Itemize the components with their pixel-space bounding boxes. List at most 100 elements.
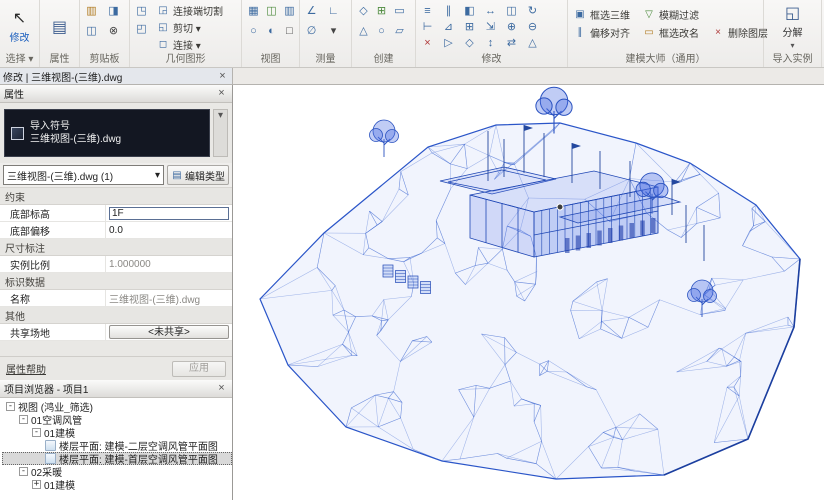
measure-length-icon[interactable]: ∟ bbox=[324, 2, 343, 19]
mode-bar-close-button[interactable]: × bbox=[216, 70, 229, 83]
cut-icon[interactable]: ⊗ bbox=[104, 22, 123, 39]
group-label-measure[interactable]: 测量 bbox=[300, 53, 351, 67]
base-offset-value[interactable]: 0.0 bbox=[106, 222, 232, 238]
unpin-icon[interactable]: ⊖ bbox=[523, 18, 542, 35]
box-select-3d-button[interactable]: ▣ 框选三维 bbox=[570, 6, 633, 22]
floor-plan-icon bbox=[45, 453, 56, 464]
group-label-import-instance[interactable]: 导入实例 bbox=[764, 53, 821, 67]
project-browser-close-button[interactable]: × bbox=[215, 382, 228, 395]
create-similar-icon[interactable]: △ bbox=[354, 22, 373, 39]
property-row: 名称 三维视图-(三维).dwg bbox=[0, 290, 232, 307]
mirror-icon[interactable]: ◧ bbox=[460, 2, 479, 19]
offset-align-button[interactable]: ∥ 偏移对齐 bbox=[570, 24, 633, 40]
group-label-master[interactable]: 建模大师（通用） bbox=[568, 53, 763, 67]
paint-icon[interactable]: ◇ bbox=[460, 34, 479, 51]
project-browser-header[interactable]: 项目浏览器 - 项目1 × bbox=[0, 380, 232, 398]
paste-icon[interactable]: ▥ bbox=[82, 2, 101, 19]
group-label-geometry[interactable]: 几何图形 bbox=[130, 53, 241, 67]
apply-button[interactable]: 应用 bbox=[172, 361, 226, 377]
legend-component-icon[interactable]: ○ bbox=[372, 22, 391, 39]
properties-button[interactable]: ▤ bbox=[42, 2, 77, 53]
box-select-3d-icon: ▣ bbox=[573, 7, 587, 21]
base-level-input[interactable]: 1F bbox=[109, 207, 229, 220]
match-properties-icon[interactable]: ▷ bbox=[439, 34, 458, 51]
join-end-cut-button[interactable]: ◲ 连接端切割 bbox=[153, 2, 226, 18]
properties-close-button[interactable]: × bbox=[215, 87, 228, 100]
properties-help-link[interactable]: 属性帮助 bbox=[6, 361, 46, 376]
fuzzy-filter-button[interactable]: ▽ 模糊过滤 bbox=[639, 6, 702, 22]
property-section: 约束 bbox=[0, 188, 232, 205]
measure-angle-icon[interactable]: ∠ bbox=[302, 2, 321, 19]
move-icon[interactable]: ↔ bbox=[481, 2, 500, 19]
project-browser: 项目浏览器 - 项目1 × - 视图 (鸿业_筛选) - 01空调风管 - 01… bbox=[0, 380, 232, 500]
create-parts-icon[interactable]: ◇ bbox=[354, 2, 373, 19]
property-label: 名称 bbox=[0, 290, 106, 306]
thin-lines-icon[interactable]: ▦ bbox=[244, 2, 263, 19]
array-icon[interactable]: ⊞ bbox=[460, 18, 479, 35]
drawing-area[interactable] bbox=[234, 85, 824, 500]
cut-profile-icon[interactable]: ◰ bbox=[132, 20, 151, 37]
demolish-icon[interactable]: ↕ bbox=[481, 34, 500, 51]
schedule-icon[interactable]: ▱ bbox=[390, 22, 409, 39]
copy-icon[interactable]: ◫ bbox=[502, 2, 521, 19]
expand-icon[interactable]: + bbox=[32, 480, 41, 489]
tree-item-views[interactable]: - 视图 (鸿业_筛选) bbox=[2, 400, 232, 413]
swap-icon[interactable]: ⇄ bbox=[502, 34, 521, 51]
shared-site-button[interactable]: <未共享> bbox=[109, 325, 229, 339]
preview-dropdown-icon[interactable]: ▾ bbox=[213, 109, 228, 157]
delete-layer-button[interactable]: × 删除图层 bbox=[708, 24, 771, 40]
group-label-select[interactable]: 选择 ▾ bbox=[0, 53, 39, 67]
hide-elements-icon[interactable]: ▥ bbox=[280, 2, 299, 19]
group-label-modify[interactable]: 修改 bbox=[416, 53, 567, 67]
edit-type-button[interactable]: ▤ 编辑类型 bbox=[167, 165, 229, 185]
pin-icon[interactable]: ⊕ bbox=[502, 18, 521, 35]
temporary-view-icon[interactable]: □ bbox=[280, 22, 299, 39]
copy-to-clipboard-icon[interactable]: ◫ bbox=[82, 22, 101, 39]
cope-icon[interactable]: ◳ bbox=[132, 2, 151, 19]
type-selector-arrow-icon: ▾ bbox=[155, 170, 160, 181]
tree-item-modeling[interactable]: - 01建模 bbox=[2, 426, 232, 439]
tree-item-heating[interactable]: - 02采暖 bbox=[2, 465, 232, 478]
type-preview-box[interactable]: 导入符号 三维视图-(三维).dwg bbox=[4, 109, 210, 157]
create-group-icon[interactable]: ▭ bbox=[390, 2, 409, 19]
align-icon[interactable]: ≡ bbox=[418, 2, 437, 19]
cut-geometry-icon: ◱ bbox=[156, 20, 170, 34]
tree-item-hvac-duct[interactable]: - 01空调风管 bbox=[2, 413, 232, 426]
group-label-properties[interactable]: 属性 bbox=[40, 53, 79, 67]
group-label-create[interactable]: 创建 bbox=[352, 53, 415, 67]
create-assembly-icon[interactable]: ⊞ bbox=[372, 2, 391, 19]
ribbon-group-master: ▣ 框选三维 ▽ 模糊过滤 ∥ 偏移对齐 bbox=[568, 0, 764, 67]
trim-extend-icon[interactable]: ⊢ bbox=[418, 18, 437, 35]
rotate-icon[interactable]: ↻ bbox=[523, 2, 542, 19]
tree-item-plan-level2[interactable]: 楼层平面: 建模-二层空调风管平面图 bbox=[2, 439, 232, 452]
properties-panel-header[interactable]: 属性 × bbox=[0, 85, 232, 103]
offset-icon[interactable]: ∥ bbox=[439, 2, 458, 19]
collapse-icon[interactable]: - bbox=[19, 467, 28, 476]
box-rename-button[interactable]: ▭ 框选改名 bbox=[639, 24, 702, 40]
scale-icon[interactable]: ⇲ bbox=[481, 18, 500, 35]
mode-bar-title: 修改 | 三维视图-(三维).dwg × bbox=[0, 68, 233, 84]
reveal-hidden-icon[interactable]: ◐ bbox=[262, 22, 281, 39]
measure-dropdown-icon[interactable]: ▾ bbox=[324, 22, 343, 39]
split-icon[interactable]: ⊿ bbox=[439, 18, 458, 35]
modify-button[interactable]: ↖ 修改 bbox=[2, 2, 37, 53]
3d-view[interactable] bbox=[234, 85, 824, 500]
group-label-clipboard[interactable]: 剪贴板 bbox=[80, 53, 129, 67]
visibility-graphics-icon[interactable]: ◫ bbox=[262, 2, 281, 19]
match-type-icon[interactable]: ◨ bbox=[104, 2, 123, 19]
collapse-icon[interactable]: - bbox=[32, 428, 41, 437]
explode-button[interactable]: ◱ 分解 ▾ bbox=[766, 2, 819, 53]
collapse-icon[interactable]: - bbox=[19, 415, 28, 424]
join-geometry-icon: ◻ bbox=[156, 37, 170, 51]
group-label-view[interactable]: 视图 bbox=[242, 53, 299, 67]
delete-icon[interactable]: × bbox=[418, 34, 437, 51]
isolate-icon[interactable]: ○ bbox=[244, 22, 263, 39]
join-geometry-button[interactable]: ◻ 连接 ▾ bbox=[153, 36, 226, 52]
cut-geometry-button[interactable]: ◱ 剪切 ▾ bbox=[153, 19, 226, 35]
tree-item-heating-modeling[interactable]: + 01建模 bbox=[2, 478, 232, 491]
shape-edit-icon[interactable]: △ bbox=[523, 34, 542, 51]
dimension-icon[interactable]: ∅ bbox=[302, 22, 321, 39]
collapse-icon[interactable]: - bbox=[6, 402, 15, 411]
tree-item-plan-level1[interactable]: 楼层平面: 建模-首层空调风管平面图 bbox=[2, 452, 232, 465]
type-selector-dropdown[interactable]: 三维视图-(三维).dwg (1) ▾ bbox=[3, 165, 164, 185]
